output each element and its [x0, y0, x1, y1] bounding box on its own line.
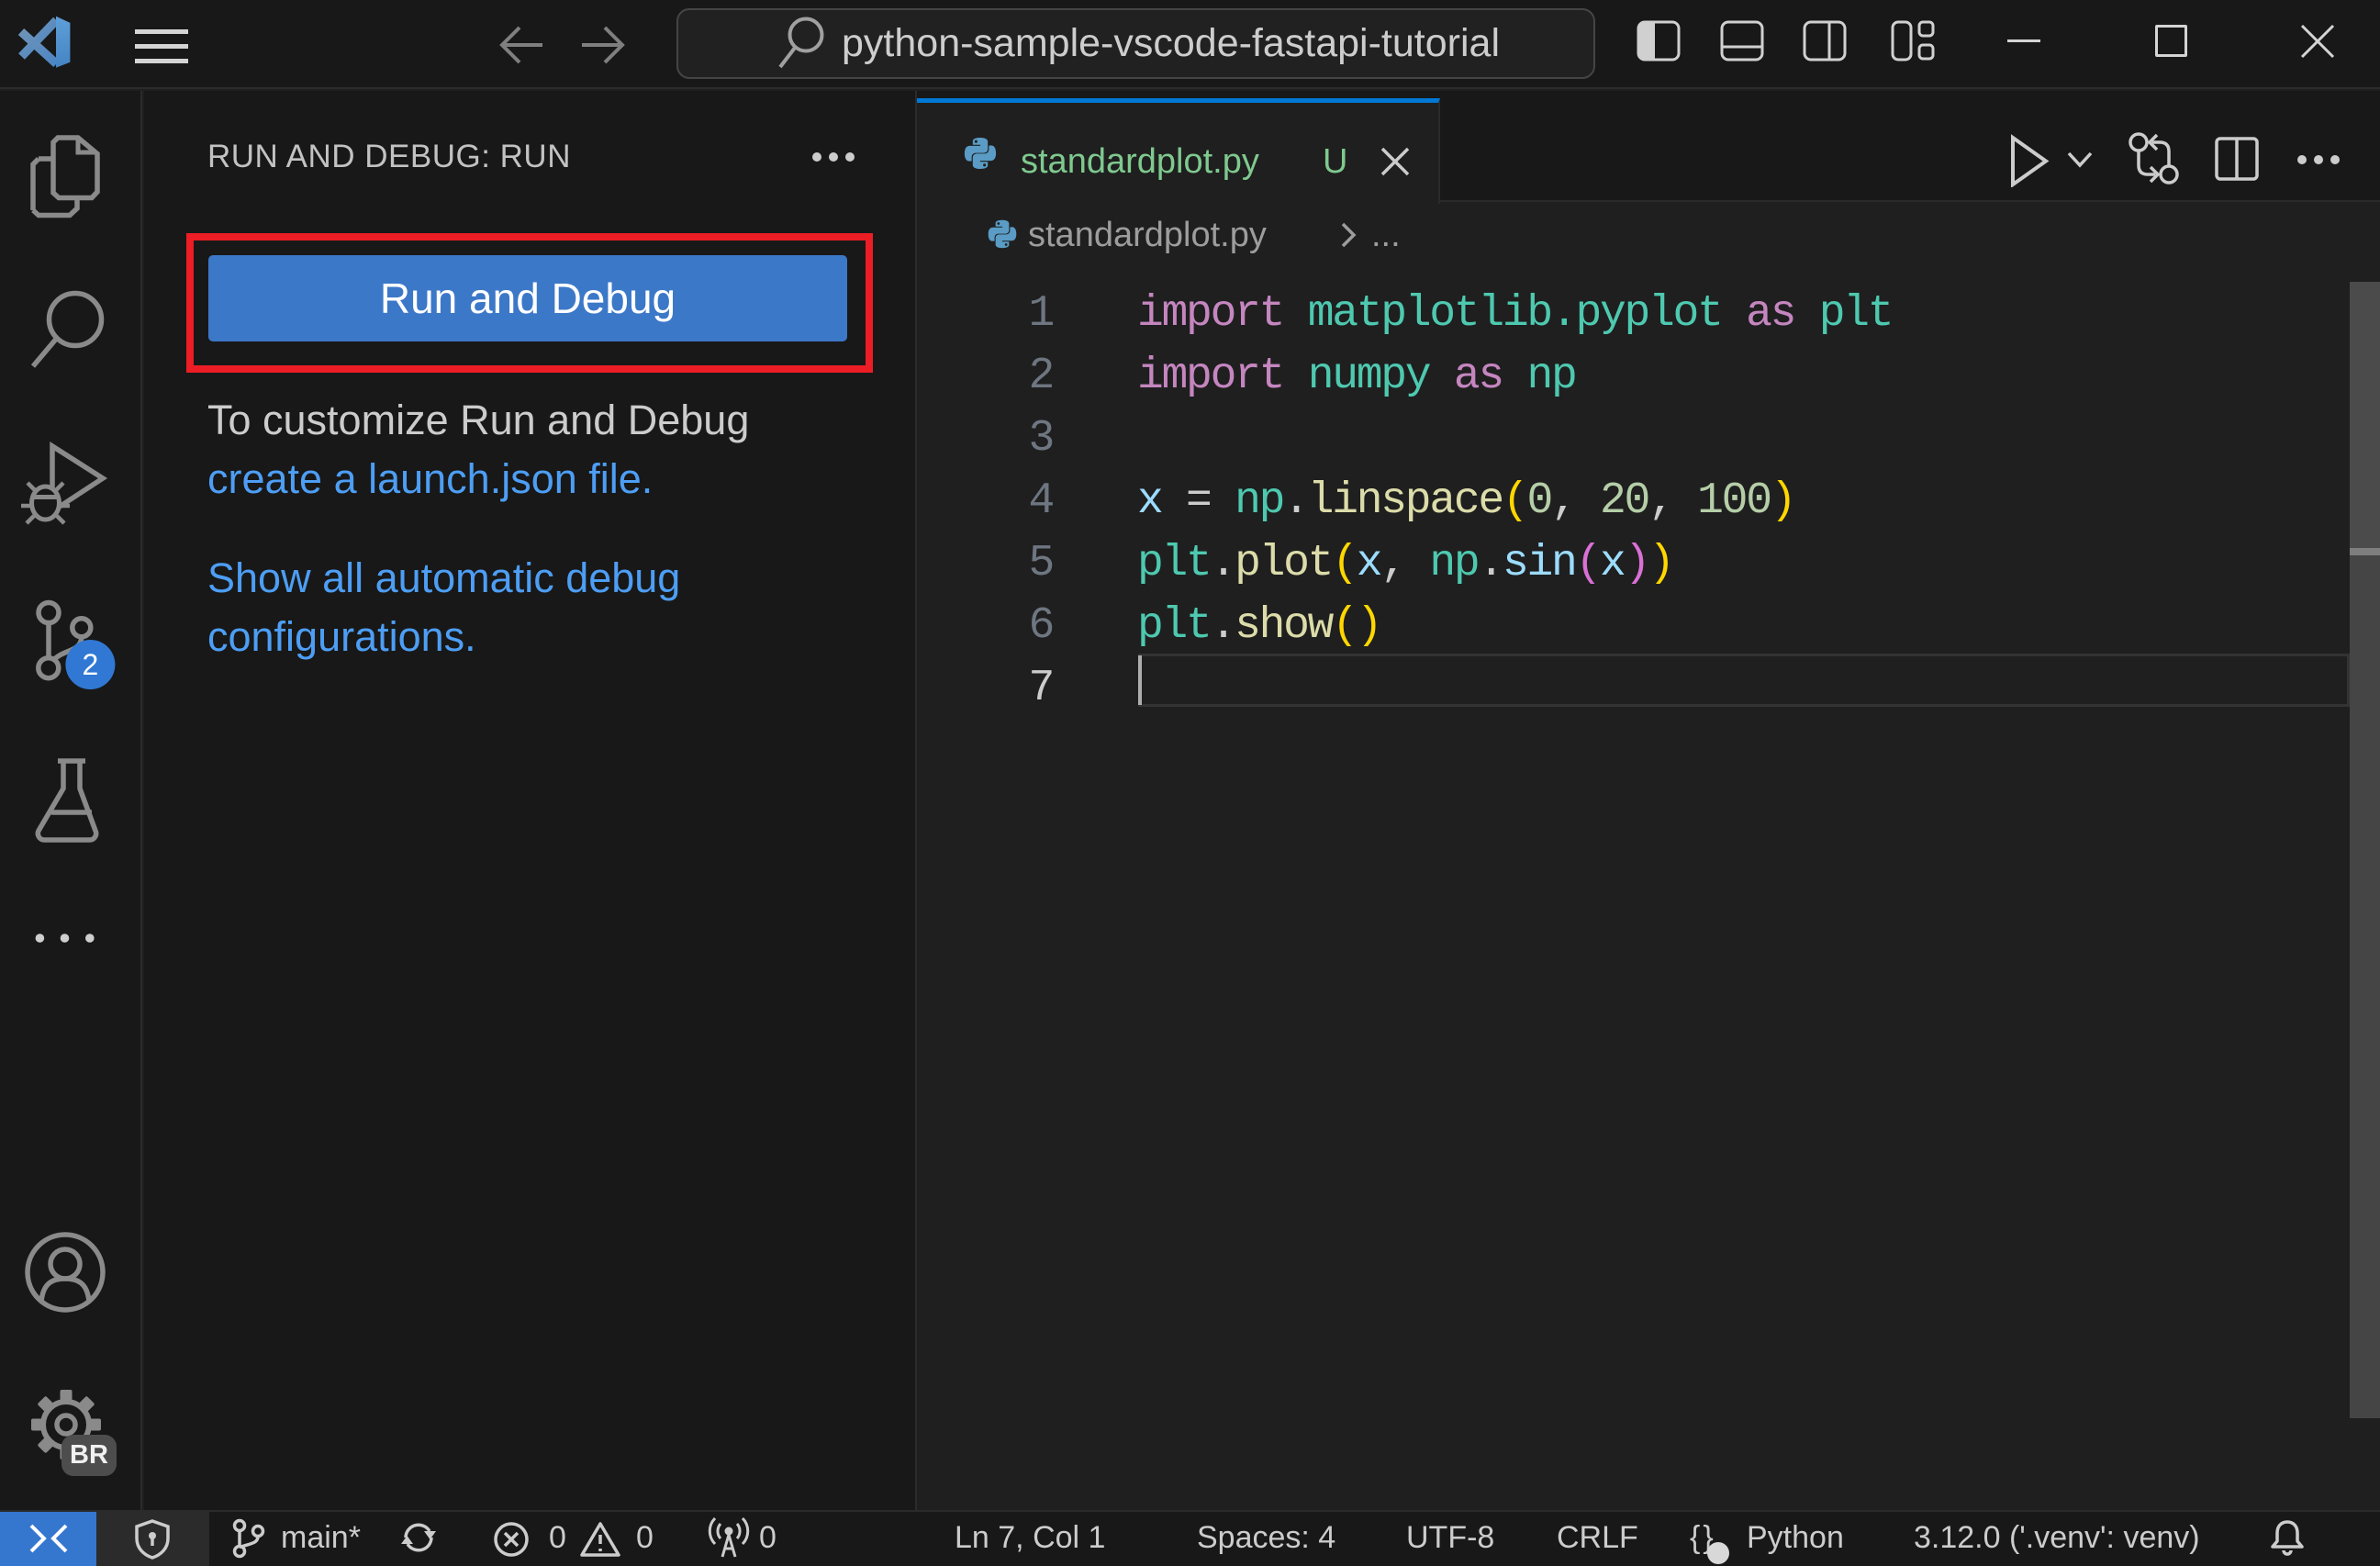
svg-text:2: 2: [83, 648, 99, 681]
